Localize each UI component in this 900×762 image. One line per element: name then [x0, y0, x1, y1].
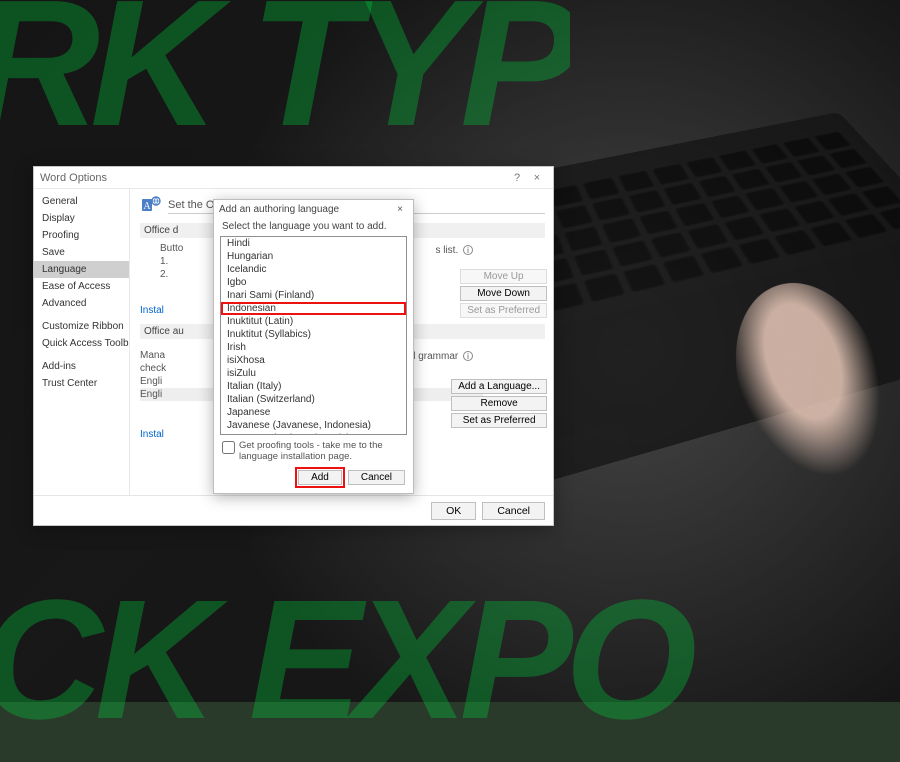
- language-option[interactable]: Hindi: [221, 237, 406, 250]
- close-icon[interactable]: ×: [392, 204, 408, 215]
- close-icon[interactable]: ×: [527, 172, 547, 184]
- language-option[interactable]: Inari Sami (Finland): [221, 289, 406, 302]
- add-lang-title: Add an authoring language: [219, 204, 339, 215]
- info-icon: i: [463, 245, 473, 255]
- language-option[interactable]: Italian (Switzerland): [221, 393, 406, 406]
- language-option[interactable]: isiXhosa: [221, 354, 406, 367]
- proofing-tools-checkbox[interactable]: [222, 441, 235, 454]
- language-listbox[interactable]: HindiHungarianIcelandicIgboInari Sami (F…: [220, 236, 407, 435]
- language-option[interactable]: Italian (Italy): [221, 380, 406, 393]
- proofing-tools-label: Get proofing tools - take me to the lang…: [239, 440, 405, 462]
- add-language-button[interactable]: Add a Language...: [451, 379, 547, 394]
- sidebar-item-advanced[interactable]: Advanced: [34, 295, 129, 312]
- language-option[interactable]: Inuktitut (Latin): [221, 315, 406, 328]
- sidebar-item-display[interactable]: Display: [34, 210, 129, 227]
- word-options-titlebar[interactable]: Word Options ? ×: [34, 167, 553, 189]
- cancel-button[interactable]: Cancel: [482, 502, 545, 520]
- bg-green-text-top: RK TYPO: [0, 0, 570, 160]
- sidebar-item-trust-center[interactable]: Trust Center: [34, 375, 129, 392]
- set-preferred-display-button[interactable]: Set as Preferred: [460, 303, 547, 318]
- bg-green-text-bottom: CK EXPO: [0, 562, 880, 762]
- language-option[interactable]: Indonesian: [221, 302, 406, 315]
- sidebar-item-quick-access[interactable]: Quick Access Toolbar: [34, 335, 129, 352]
- language-option[interactable]: Icelandic: [221, 263, 406, 276]
- sidebar-item-general[interactable]: General: [34, 193, 129, 210]
- add-lang-instruction: Select the language you want to add.: [214, 218, 413, 236]
- set-preferred-lang-button[interactable]: Set as Preferred: [451, 413, 547, 428]
- add-authoring-language-dialog: Add an authoring language × Select the l…: [213, 199, 414, 494]
- display-list-hint: s list.: [435, 245, 458, 256]
- info-icon-2: i: [463, 351, 473, 361]
- remove-language-button[interactable]: Remove: [451, 396, 547, 411]
- word-options-title: Word Options: [40, 172, 107, 184]
- sidebar-item-customize-ribbon[interactable]: Customize Ribbon: [34, 318, 129, 335]
- move-down-button[interactable]: Move Down: [460, 286, 547, 301]
- add-lang-titlebar[interactable]: Add an authoring language ×: [214, 200, 413, 218]
- cancel-button-inner[interactable]: Cancel: [348, 470, 405, 485]
- ok-button[interactable]: OK: [431, 502, 476, 520]
- sidebar-item-ease-of-access[interactable]: Ease of Access: [34, 278, 129, 295]
- add-button[interactable]: Add: [298, 470, 342, 485]
- options-sidebar: General Display Proofing Save Language E…: [34, 189, 130, 495]
- language-option[interactable]: Javanese (Javanese, Indonesia): [221, 419, 406, 432]
- sidebar-item-proofing[interactable]: Proofing: [34, 227, 129, 244]
- language-globe-icon: A: [140, 195, 162, 217]
- help-icon[interactable]: ?: [507, 172, 527, 184]
- move-up-button[interactable]: Move Up: [460, 269, 547, 284]
- sidebar-item-save[interactable]: Save: [34, 244, 129, 261]
- svg-text:A: A: [143, 201, 151, 212]
- sidebar-item-language[interactable]: Language: [34, 261, 129, 278]
- sidebar-item-addins[interactable]: Add-ins: [34, 358, 129, 375]
- language-option[interactable]: Inuktitut (Syllabics): [221, 328, 406, 341]
- language-option[interactable]: Hungarian: [221, 250, 406, 263]
- language-option[interactable]: isiZulu: [221, 367, 406, 380]
- language-option[interactable]: Irish: [221, 341, 406, 354]
- language-option[interactable]: Japanese: [221, 406, 406, 419]
- install-proofing-link[interactable]: Instal: [140, 429, 164, 440]
- language-option[interactable]: Igbo: [221, 276, 406, 289]
